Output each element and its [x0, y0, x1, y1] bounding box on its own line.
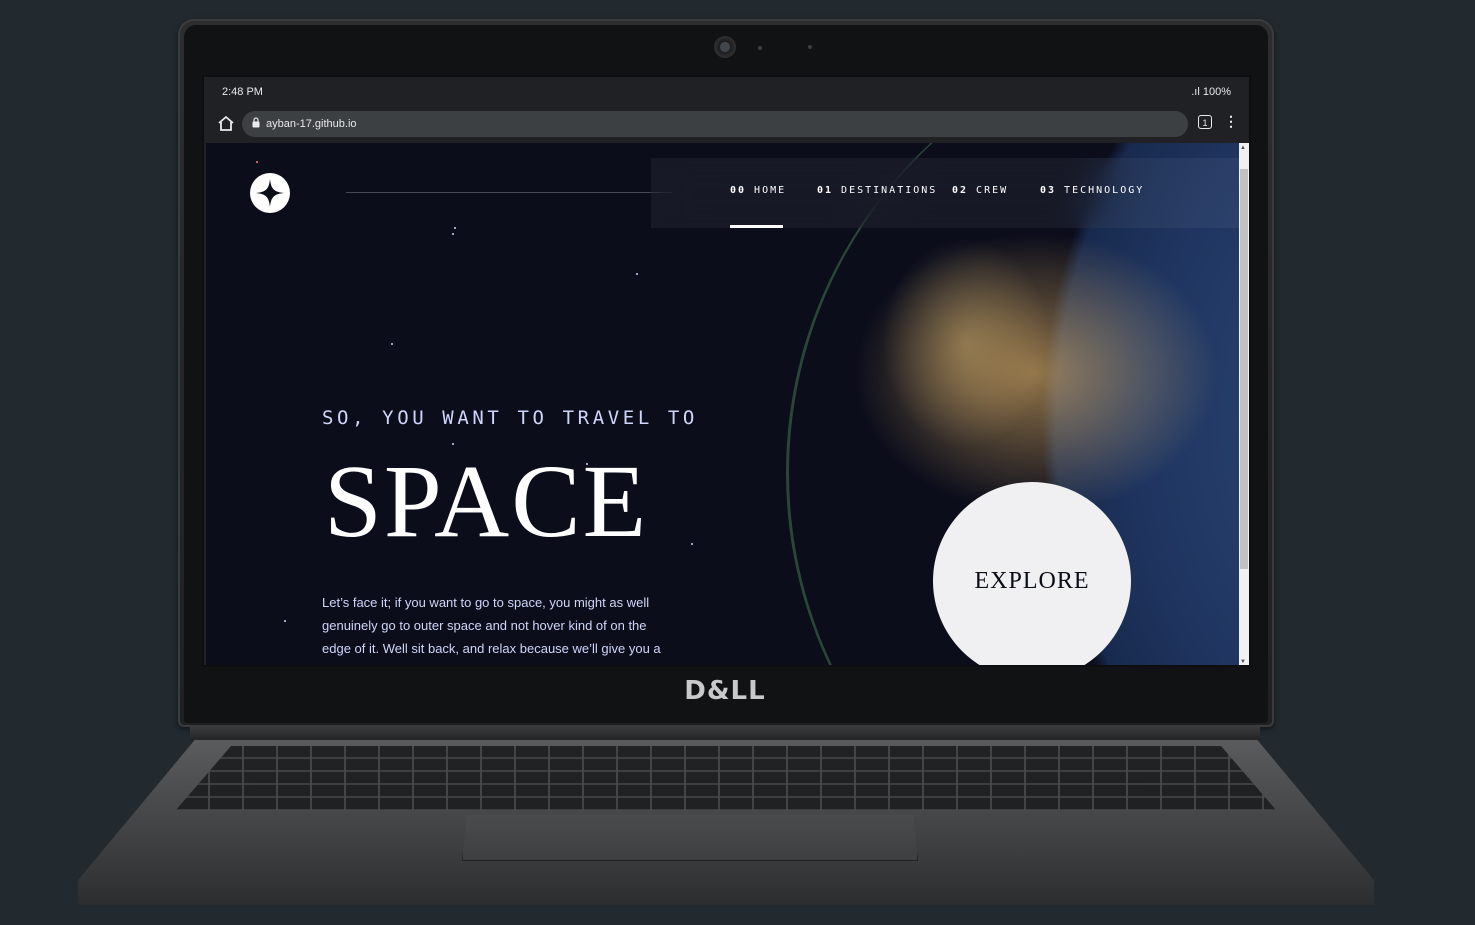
- touchpad: [462, 815, 918, 861]
- scroll-thumb[interactable]: [1240, 169, 1248, 569]
- logo-icon[interactable]: [250, 173, 290, 213]
- more-menu-icon[interactable]: ⋮: [1224, 113, 1238, 130]
- keyboard-rows: [176, 746, 1276, 810]
- nav-crew[interactable]: 02 CREW: [952, 185, 1008, 196]
- webcam-icon: [714, 36, 736, 58]
- hero-body-text: Let’s face it; if you want to go to spac…: [322, 595, 661, 656]
- url-text: ayban-17.github.io: [266, 118, 357, 130]
- scroll-up-icon[interactable]: ▲: [1240, 145, 1246, 151]
- explore-button[interactable]: EXPLORE: [933, 482, 1131, 665]
- tab-switcher-button[interactable]: 1: [1198, 115, 1212, 129]
- battery-indicator: .ıl 100%: [1191, 86, 1231, 98]
- nav-home[interactable]: 00 HOME: [730, 185, 786, 196]
- active-nav-indicator: [730, 225, 783, 228]
- status-bar: 2:48 PM .ıl 100%: [204, 77, 1249, 107]
- status-time: 2:48 PM: [222, 86, 263, 98]
- sensor-dot: [808, 45, 812, 49]
- divider-line: [346, 192, 672, 193]
- main-nav: 00 HOME 01 DESTINATIONS 02 CREW 03 TECHNOLOG…: [651, 158, 1239, 228]
- address-bar[interactable]: ayban-17.github.io: [242, 111, 1188, 137]
- sensor-dot: [758, 46, 762, 50]
- dell-logo: D&LL: [684, 676, 766, 706]
- screen: 2:48 PM .ıl 100% ayban-17.github.io 1 ⋮: [202, 75, 1251, 667]
- lock-icon: [252, 117, 260, 128]
- page-scrollbar[interactable]: ▲ ▼: [1239, 143, 1249, 665]
- web-page: 00 HOME 01 DESTINATIONS 02 CREW 03 TECHNOLOG…: [206, 143, 1239, 665]
- hero-title: SPACE: [324, 444, 649, 559]
- hero-subtitle: SO, YOU WANT TO TRAVEL TO: [322, 407, 698, 429]
- home-icon[interactable]: [214, 112, 238, 136]
- nav-technology[interactable]: 03 TECHNOLOGY: [1040, 185, 1144, 196]
- scroll-down-icon[interactable]: ▼: [1240, 659, 1246, 665]
- laptop-hinge: [190, 727, 1260, 741]
- browser-toolbar: ayban-17.github.io 1 ⋮: [204, 107, 1249, 143]
- nav-destinations[interactable]: 01 DESTINATIONS: [817, 185, 937, 196]
